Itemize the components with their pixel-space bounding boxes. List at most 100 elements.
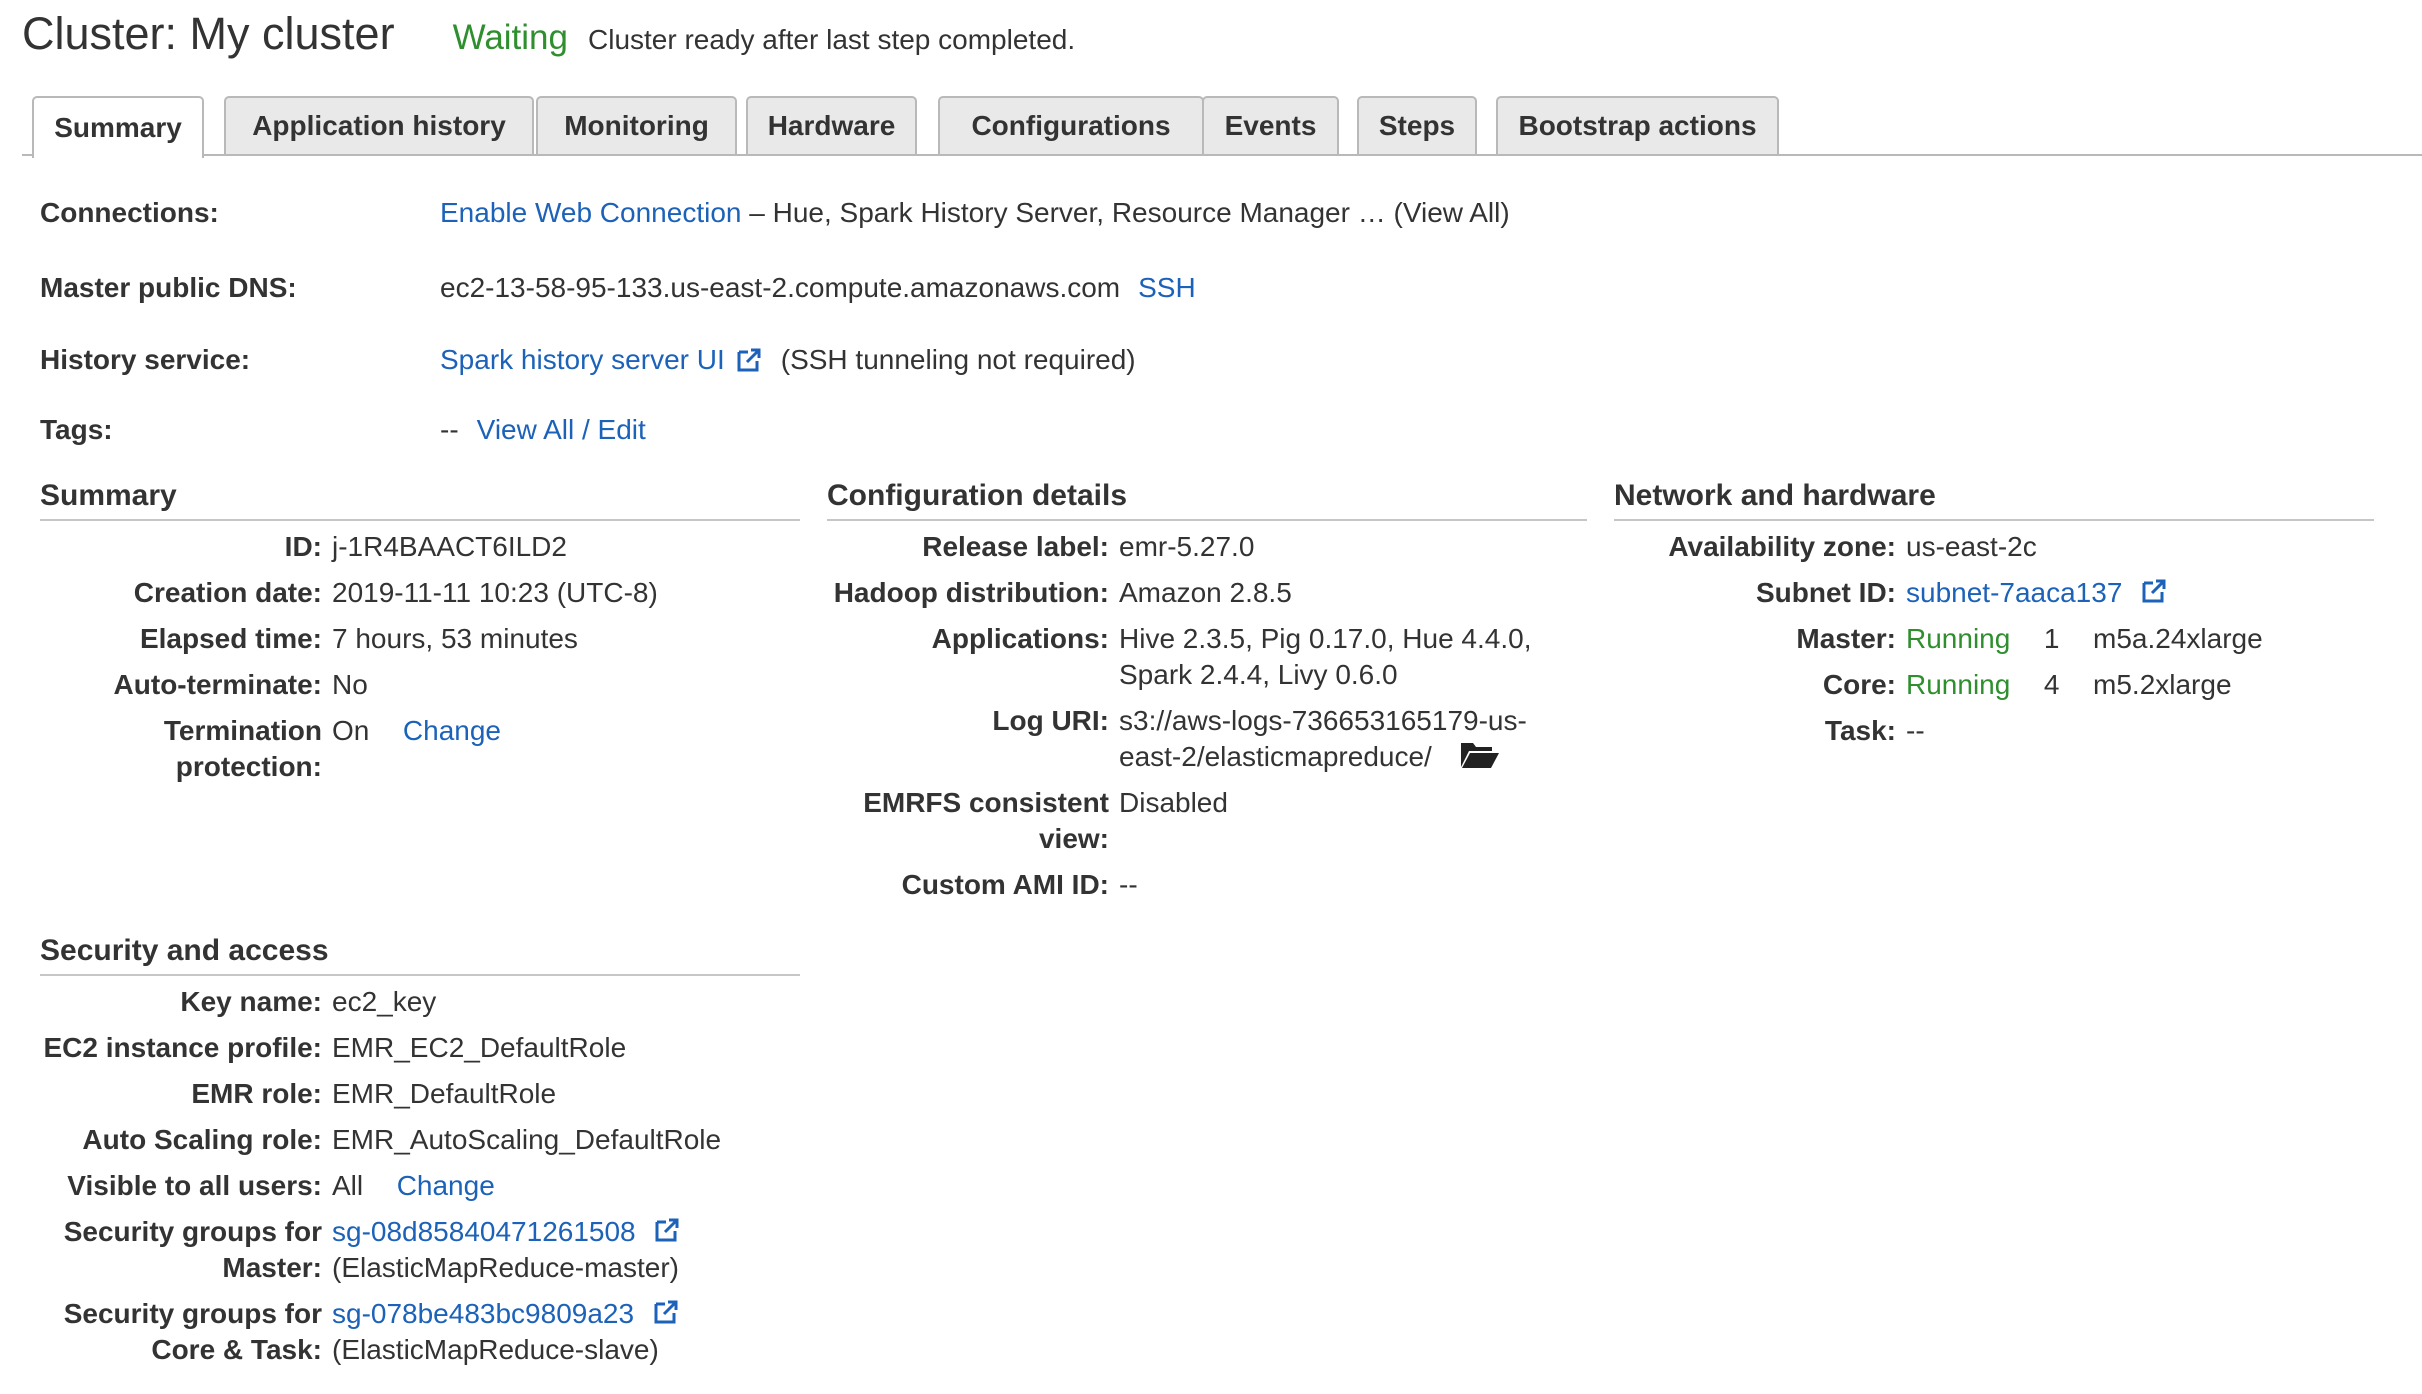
master-dns-label: Master public DNS:: [40, 272, 297, 303]
history-service-label: History service:: [40, 344, 251, 375]
task-node-label: Task:: [1824, 715, 1896, 746]
external-link-icon[interactable]: [2140, 577, 2168, 605]
tab-events[interactable]: Events: [1202, 96, 1339, 154]
release-label-value: emr-5.27.0: [1119, 531, 1255, 562]
termination-protection-label: Termination protection:: [163, 715, 322, 782]
tab-steps[interactable]: Steps: [1357, 96, 1477, 154]
subnet-id-row: Subnet ID: subnet-7aaca137: [1614, 575, 2374, 611]
network-hardware-section: Network and hardware Availability zone: …: [1614, 477, 2374, 749]
visible-to-all-users-row: Visible to all users: All Change: [40, 1168, 800, 1204]
release-label-label: Release label:: [922, 531, 1109, 562]
cluster-state-message: Cluster ready after last step completed.: [588, 24, 1076, 55]
tab-configurations[interactable]: Configurations: [938, 96, 1204, 154]
folder-open-icon[interactable]: [1460, 739, 1500, 769]
security-groups-core-task-row: Security groups for Core & Task: sg-078b…: [40, 1296, 800, 1368]
core-node-count: 4: [2043, 669, 2060, 700]
tags-value: --: [440, 414, 459, 445]
master-node-label: Master:: [1796, 623, 1896, 654]
cluster-state: Waiting: [452, 18, 568, 57]
enable-web-connection-link[interactable]: Enable Web Connection: [440, 197, 741, 229]
security-groups-master-row: Security groups for Master: sg-08d858404…: [40, 1214, 800, 1286]
master-node-instance-type: m5a.24xlarge: [2093, 623, 2263, 654]
security-group-master-link[interactable]: sg-08d85840471261508: [332, 1216, 636, 1247]
external-link-icon[interactable]: [735, 346, 763, 374]
history-service-note: (SSH tunneling not required): [780, 344, 1136, 375]
security-groups-master-label: Security groups for Master:: [63, 1216, 322, 1283]
visible-to-all-users-value: All: [332, 1170, 364, 1201]
ec2-instance-profile-label: EC2 instance profile:: [43, 1032, 322, 1063]
elapsed-time-value: 7 hours, 53 minutes: [332, 623, 578, 654]
custom-ami-id-label: Custom AMI ID:: [901, 869, 1109, 900]
cluster-id-label: ID:: [284, 531, 322, 562]
configuration-details-section: Configuration details Release label: emr…: [827, 477, 1587, 903]
master-dns-value: ec2-13-58-95-133.us-east-2.compute.amazo…: [440, 272, 1121, 303]
view-all-edit-tags-link[interactable]: View All / Edit: [477, 414, 646, 446]
summary-section: Summary ID: j-1R4BAACT6ILD2 Creation dat…: [40, 477, 800, 785]
auto-scaling-role-label: Auto Scaling role:: [82, 1124, 322, 1155]
custom-ami-id-value: --: [1119, 869, 1138, 900]
emr-role-label: EMR role:: [191, 1078, 322, 1109]
auto-scaling-role-value: EMR_AutoScaling_DefaultRole: [332, 1124, 722, 1155]
emrfs-consistent-view-value: Disabled: [1119, 787, 1228, 818]
page-header: Cluster: My cluster Waiting Cluster read…: [22, 8, 1075, 72]
security-group-core-link[interactable]: sg-078be483bc9809a23: [332, 1298, 634, 1329]
security-groups-core-task-label: Security groups for Core & Task:: [63, 1298, 322, 1365]
hadoop-distribution-label: Hadoop distribution:: [833, 577, 1109, 608]
auto-scaling-role-row: Auto Scaling role: EMR_AutoScaling_Defau…: [40, 1122, 800, 1158]
visible-to-all-users-label: Visible to all users:: [67, 1170, 322, 1201]
tab-hardware[interactable]: Hardware: [746, 96, 917, 154]
creation-date-label: Creation date:: [133, 577, 322, 608]
security-group-master-name: (ElasticMapReduce-master): [332, 1252, 679, 1283]
tags-label: Tags:: [40, 414, 113, 445]
master-node-state: Running: [1906, 623, 2011, 654]
hadoop-distribution-value: Amazon 2.8.5: [1119, 577, 1292, 608]
key-name-value: ec2_key: [332, 986, 437, 1017]
emr-role-row: EMR role: EMR_DefaultRole: [40, 1076, 800, 1112]
external-link-icon[interactable]: [653, 1216, 681, 1244]
ssh-link[interactable]: SSH: [1138, 272, 1196, 304]
availability-zone-value: us-east-2c: [1906, 531, 2037, 562]
network-hardware-heading: Network and hardware: [1614, 477, 2374, 521]
task-node-row: Task: --: [1614, 713, 2374, 749]
auto-terminate-label: Auto-terminate:: [113, 669, 322, 700]
availability-zone-label: Availability zone:: [1668, 531, 1896, 562]
subnet-id-link[interactable]: subnet-7aaca137: [1906, 577, 2122, 608]
history-service-row: History service: Spark history server UI…: [40, 340, 1136, 380]
hadoop-distribution-row: Hadoop distribution: Amazon 2.8.5: [827, 575, 1587, 611]
auto-terminate-row: Auto-terminate: No: [40, 667, 800, 703]
cluster-id-row: ID: j-1R4BAACT6ILD2: [40, 529, 800, 565]
creation-date-value: 2019-11-11 10:23 (UTC-8): [332, 577, 658, 608]
connections-list: – Hue, Spark History Server, Resource Ma…: [741, 197, 1510, 228]
connections-row: Connections: Enable Web Connection – Hue…: [40, 193, 1510, 233]
applications-row: Applications: Hive 2.3.5, Pig 0.17.0, Hu…: [827, 621, 1587, 693]
security-access-section: Security and access Key name: ec2_key EC…: [40, 932, 800, 1368]
security-group-core-name: (ElasticMapReduce-slave): [332, 1334, 659, 1365]
task-node-value: --: [1906, 715, 1925, 746]
change-termination-protection-link[interactable]: Change: [403, 715, 501, 746]
tab-monitoring[interactable]: Monitoring: [536, 96, 737, 154]
tab-bar: Summary Application history Monitoring H…: [22, 96, 2422, 158]
cluster-id-value: j-1R4BAACT6ILD2: [332, 531, 567, 562]
termination-protection-value: On: [332, 715, 370, 746]
tab-summary[interactable]: Summary: [32, 96, 204, 158]
termination-protection-row: Termination protection: On Change: [40, 713, 800, 785]
summary-heading: Summary: [40, 477, 800, 521]
core-node-label: Core:: [1822, 669, 1896, 700]
creation-date-row: Creation date: 2019-11-11 10:23 (UTC-8): [40, 575, 800, 611]
log-uri-value: s3://aws-logs-736653165179-us- east-2/el…: [1119, 705, 1527, 772]
custom-ami-id-row: Custom AMI ID: --: [827, 867, 1587, 903]
tags-row: Tags: -- View All / Edit: [40, 410, 646, 450]
external-link-icon[interactable]: [652, 1298, 680, 1326]
configuration-details-heading: Configuration details: [827, 477, 1587, 521]
availability-zone-row: Availability zone: us-east-2c: [1614, 529, 2374, 565]
applications-label: Applications:: [931, 623, 1109, 654]
tab-application-history[interactable]: Application history: [224, 96, 534, 154]
applications-value: Hive 2.3.5, Pig 0.17.0, Hue 4.4.0, Spark…: [1119, 623, 1532, 690]
tab-bootstrap-actions[interactable]: Bootstrap actions: [1496, 96, 1779, 154]
spark-history-server-link[interactable]: Spark history server UI: [440, 344, 725, 376]
page-title: Cluster: My cluster: [22, 8, 395, 59]
emrfs-consistent-view-label: EMRFS consistent view:: [863, 787, 1109, 854]
core-node-row: Core: Running 4 m5.2xlarge: [1614, 667, 2374, 703]
emrfs-consistent-view-row: EMRFS consistent view: Disabled: [827, 785, 1587, 857]
change-visibility-link[interactable]: Change: [397, 1170, 495, 1201]
